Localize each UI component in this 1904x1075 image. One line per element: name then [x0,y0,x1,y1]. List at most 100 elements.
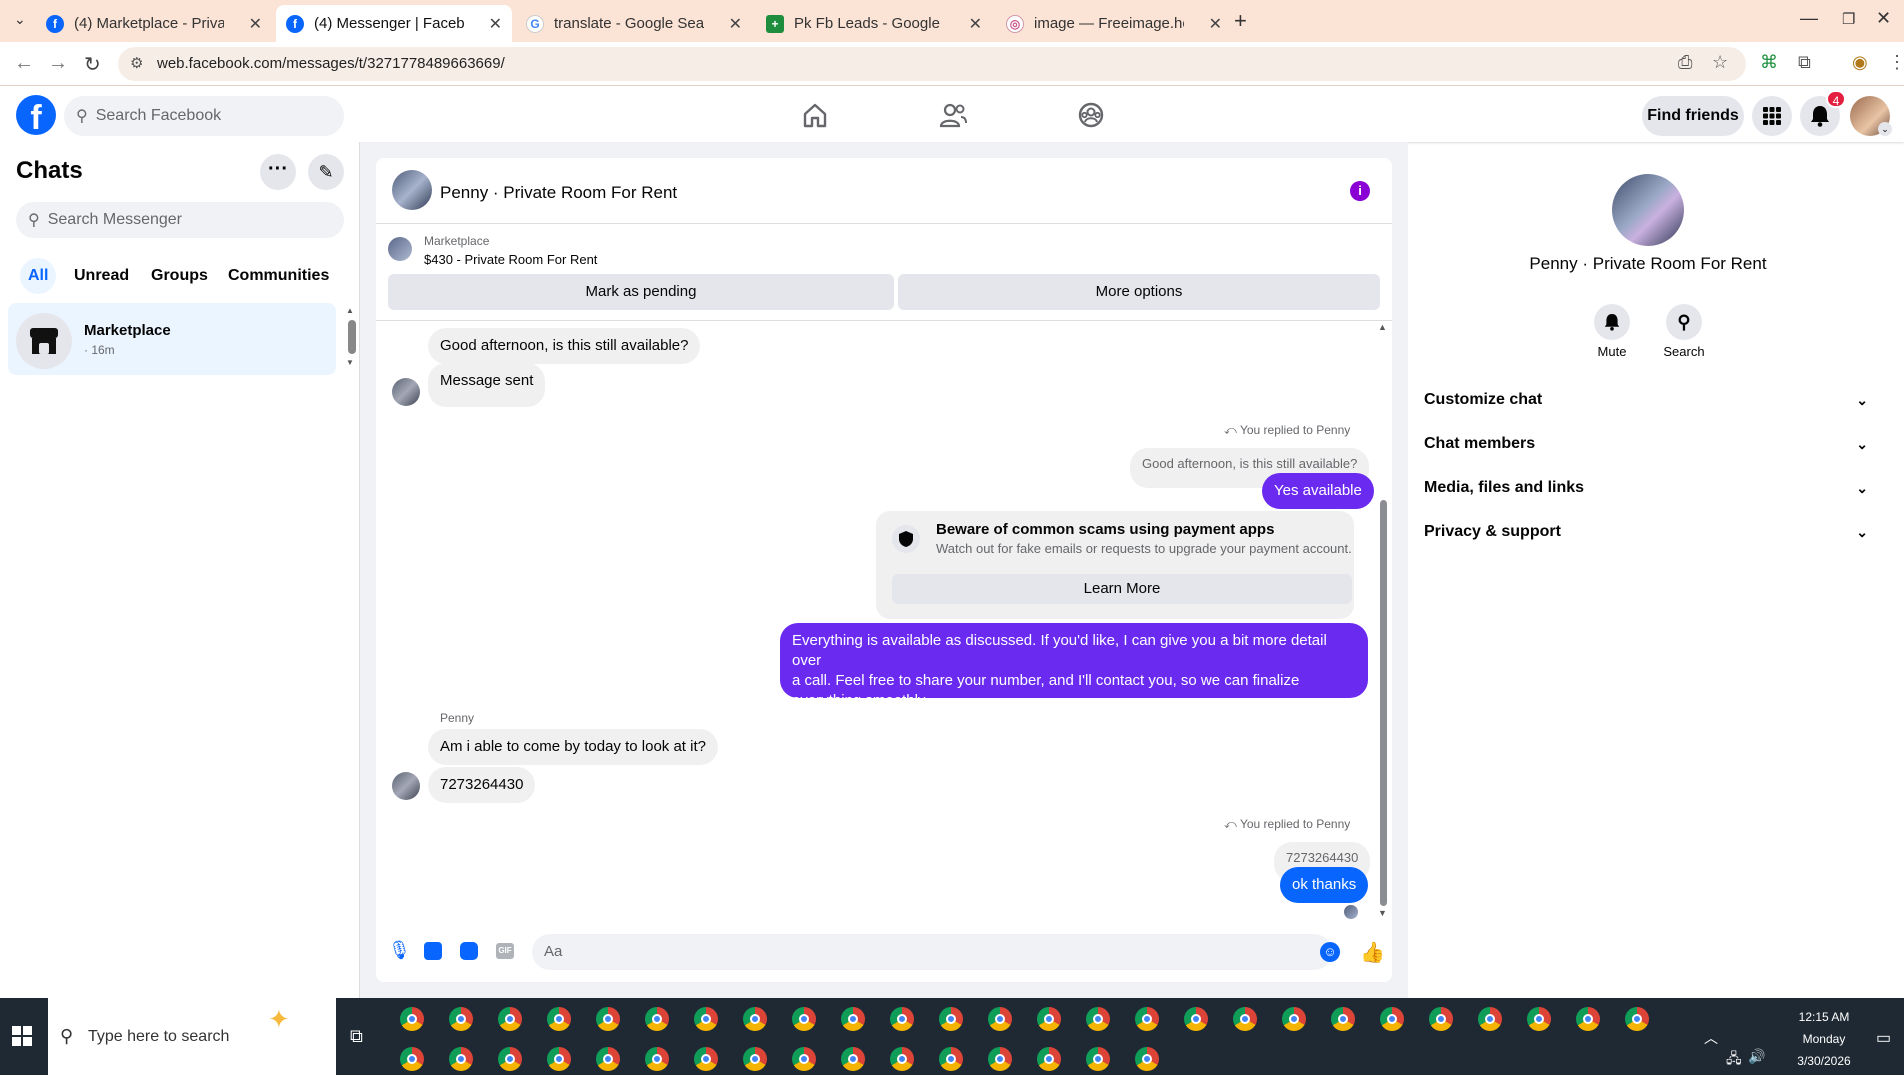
close-tab-icon[interactable]: ✕ [723,14,742,34]
sticker-icon[interactable] [460,942,478,960]
taskbar-app-icon[interactable] [547,1047,571,1071]
attach-photo-icon[interactable] [424,942,442,960]
messenger-search-input[interactable]: ⚲ Search Messenger [16,202,344,238]
chat-scroll-up[interactable]: ▲ [1378,322,1387,332]
section-customize-chat[interactable]: Customize chat ⌄ [1424,382,1872,418]
windows-start-icon[interactable] [12,1026,32,1046]
taskbar-app-icon[interactable] [1576,1007,1600,1031]
listing-title[interactable]: $430 - Private Room For Rent [424,252,597,267]
bookmark-star-icon[interactable]: ☆ [1712,52,1728,73]
install-app-icon[interactable]: ⎙ [1678,52,1692,73]
menu-grid-icon[interactable] [1752,96,1792,136]
sidebar-scrollbar[interactable]: ▲ [346,306,354,315]
taskbar-app-icon[interactable] [1086,1047,1110,1071]
friends-icon[interactable] [938,100,968,130]
find-friends-button[interactable]: Find friends [1642,96,1744,136]
taskbar-app-icon[interactable] [939,1047,963,1071]
taskbar-app-icon[interactable] [596,1007,620,1031]
like-thumb-icon[interactable]: 👍 [1360,940,1385,965]
more-options-button[interactable]: More options [898,274,1380,310]
extension-icon[interactable]: ⌘ [1760,52,1778,73]
taskbar-app-icon[interactable] [792,1007,816,1031]
chats-options-button[interactable]: ··· [260,154,296,190]
clock-day[interactable]: Monday [1782,1032,1866,1046]
taskbar-app-icon[interactable] [1037,1047,1061,1071]
taskbar-app-icon[interactable] [498,1007,522,1031]
sidebar-scrollbar-down[interactable]: ▼ [346,358,354,367]
sender-avatar[interactable] [392,378,420,406]
network-icon[interactable]: 🖧 [1726,1048,1742,1072]
sidebar-scrollbar-thumb[interactable] [348,320,356,354]
section-privacy-support[interactable]: Privacy & support ⌄ [1424,514,1872,550]
show-hidden-icons[interactable]: ︿ [1704,1028,1718,1048]
taskbar-app-icon[interactable] [1478,1007,1502,1031]
conversation-info-icon[interactable]: i [1350,181,1370,201]
sender-avatar[interactable] [392,772,420,800]
taskbar-app-icon[interactable] [1233,1007,1257,1031]
section-media-files-links[interactable]: Media, files and links ⌄ [1424,470,1872,506]
forward-icon[interactable]: → [48,52,68,75]
taskbar-app-icon[interactable] [1429,1007,1453,1031]
close-tab-icon[interactable]: ✕ [483,14,502,34]
facebook-search-input[interactable]: ⚲ Search Facebook [64,96,344,136]
taskbar-app-icon[interactable] [792,1047,816,1071]
taskbar-app-icon[interactable] [1527,1007,1551,1031]
account-chevron-icon[interactable]: ⌄ [1878,122,1892,136]
taskbar-app-icon[interactable] [694,1007,718,1031]
volume-icon[interactable]: 🔊 [1748,1048,1765,1065]
home-icon[interactable] [800,100,830,130]
restore-icon[interactable]: ❐ [1842,10,1855,28]
profile-icon[interactable]: ◉ [1852,52,1868,73]
taskbar-app-icon[interactable] [1625,1007,1649,1031]
conversation-title[interactable]: Penny · Private Room For Rent [440,183,677,203]
voice-clip-icon[interactable]: 🎙 [388,940,411,961]
taskbar-app-icon[interactable] [449,1007,473,1031]
message-bubble[interactable]: Good afternoon, is this still available? [428,328,701,364]
filter-communities[interactable]: Communities [220,258,337,294]
taskbar-app-icon[interactable] [449,1047,473,1071]
taskbar-app-icon[interactable] [841,1007,865,1031]
taskbar-app-icon[interactable] [743,1047,767,1071]
long-message-bubble[interactable]: Everything is available as discussed. If… [780,623,1368,709]
taskbar-app-icon[interactable] [1331,1007,1355,1031]
tab-marketplace[interactable]: f (4) Marketplace - Private Room ✕ [36,5,272,42]
gif-icon[interactable]: GIF [496,943,514,959]
emoji-icon[interactable]: ☺ [1320,942,1340,962]
taskbar-app-icon[interactable] [596,1047,620,1071]
message-bubble[interactable]: 7273264430 [428,767,536,803]
search-in-conversation-button[interactable]: ⚲ [1666,304,1702,340]
close-tab-icon[interactable]: ✕ [963,14,982,34]
taskbar-app-icon[interactable] [1184,1007,1208,1031]
new-message-button[interactable]: ✎ [308,154,344,190]
message-bubble[interactable]: Am i able to come by today to look at it… [428,729,718,765]
taskbar-app-icon[interactable] [645,1007,669,1031]
groups-icon[interactable] [1076,100,1106,130]
facebook-logo-icon[interactable]: f [16,95,56,137]
taskbar-search-box[interactable]: Type here to search [48,998,336,1075]
taskbar-app-icon[interactable] [694,1047,718,1071]
taskbar-app-icon[interactable] [841,1047,865,1071]
taskbar-app-icon[interactable] [1037,1007,1061,1031]
message-bubble[interactable]: ok thanks [1280,867,1369,903]
clock-date[interactable]: 3/30/2026 [1782,1054,1866,1068]
filter-unread[interactable]: Unread [66,258,137,294]
chat-scrollbar-thumb[interactable] [1380,500,1387,906]
mark-as-pending-button[interactable]: Mark as pending [388,274,894,310]
taskbar-app-icon[interactable] [890,1047,914,1071]
message-bubble[interactable]: Yes available [1262,473,1374,509]
taskbar-app-icon[interactable] [547,1007,571,1031]
url-text[interactable]: web.facebook.com/messages/t/327177848966… [157,55,505,72]
task-view-icon[interactable]: ⧉ [350,1026,363,1047]
new-tab-icon[interactable]: + [1234,8,1247,34]
taskbar-app-icon[interactable] [988,1047,1012,1071]
taskbar-app-icon[interactable] [1380,1007,1404,1031]
reload-icon[interactable]: ↻ [84,52,101,77]
taskbar-app-icon[interactable] [645,1047,669,1071]
taskbar-app-icon[interactable] [498,1047,522,1071]
close-tab-icon[interactable]: ✕ [243,14,262,34]
message-bubble[interactable]: Message sent [428,363,546,407]
details-avatar[interactable] [1612,174,1684,246]
taskbar-app-icon[interactable] [1135,1047,1159,1071]
chat-scroll-down[interactable]: ▼ [1378,908,1387,918]
tab-sheets[interactable]: + Pk Fb Leads - Google Sheets ✕ [756,5,992,42]
